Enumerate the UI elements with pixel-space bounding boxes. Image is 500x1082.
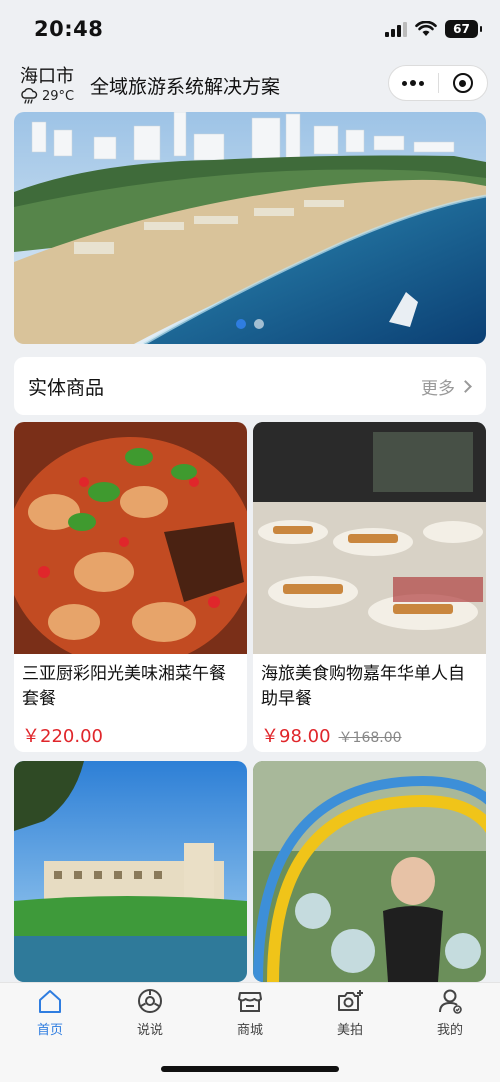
status-bar: 20:48 67 <box>0 0 500 58</box>
battery-level: 67 <box>453 22 470 36</box>
product-price-row: ￥220.00 <box>14 714 247 748</box>
home-indicator <box>161 1066 339 1072</box>
carousel-indicators <box>236 319 264 329</box>
home-icon <box>39 990 61 1013</box>
carousel-dot[interactable] <box>236 319 246 329</box>
chat-icon <box>138 989 162 1013</box>
more-dots-icon[interactable] <box>389 66 438 100</box>
tab-label: 首页 <box>36 1023 63 1038</box>
product-price: ￥98.00 <box>261 726 331 747</box>
tab-label: 我的 <box>436 1023 463 1038</box>
section-header-physical-goods: 实体商品 更多 <box>14 357 486 415</box>
product-original-price: ￥168.00 <box>338 730 402 746</box>
tab-chat[interactable]: 说说 <box>100 983 200 1045</box>
profile-icon <box>439 989 462 1014</box>
bottom-tab-bar: 首页 说说 商城 美拍 我的 <box>0 982 500 1082</box>
tab-store[interactable]: 商城 <box>200 983 300 1045</box>
section-title: 实体商品 <box>28 376 105 399</box>
status-time: 20:48 <box>34 17 104 41</box>
banner-carousel[interactable] <box>14 112 486 344</box>
cellular-signal-icon <box>385 21 407 37</box>
temperature: 29°C <box>42 88 75 104</box>
product-name: 海旅美食购物嘉年华单人自助早餐 <box>261 664 465 709</box>
tab-label: 商城 <box>236 1023 263 1038</box>
wifi-icon <box>415 21 437 36</box>
banner-beach-image <box>14 112 486 344</box>
more-label: 更多 <box>421 378 455 399</box>
city-selector[interactable]: 海口市 <box>20 62 74 88</box>
product-price: ￥220.00 <box>22 726 103 747</box>
product-card[interactable]: 三亚厨彩阳光美味湘菜午餐套餐 ￥220.00 <box>14 422 247 752</box>
product-card[interactable] <box>14 761 247 982</box>
tab-label: 说说 <box>136 1023 163 1038</box>
product-image-hunan-dish <box>14 422 247 654</box>
store-icon <box>238 992 262 1012</box>
carousel-dot[interactable] <box>254 319 264 329</box>
product-card[interactable] <box>253 761 486 982</box>
product-image-waterpark <box>253 761 486 982</box>
status-icons: 67 <box>385 20 482 38</box>
close-target-icon[interactable] <box>439 66 488 100</box>
tab-camera[interactable]: 美拍 <box>300 983 400 1045</box>
product-image-resort <box>14 761 247 982</box>
tab-home[interactable]: 首页 <box>0 983 100 1045</box>
product-name: 三亚厨彩阳光美味湘菜午餐套餐 <box>22 664 226 709</box>
tab-label: 美拍 <box>336 1023 363 1038</box>
capsule-menu <box>388 65 488 101</box>
product-card[interactable]: 海旅美食购物嘉年华单人自助早餐 ￥98.00 ￥168.00 <box>253 422 486 752</box>
camera-icon <box>338 990 363 1011</box>
product-price-row: ￥98.00 ￥168.00 <box>253 714 486 748</box>
mini-program-header: 海口市 29°C 全域旅游系统解决方案 <box>0 58 500 110</box>
battery-icon: 67 <box>445 20 482 38</box>
tab-profile[interactable]: 我的 <box>400 983 500 1045</box>
page-title: 全域旅游系统解决方案 <box>90 76 281 98</box>
more-link[interactable]: 更多 <box>421 374 472 399</box>
chevron-right-icon <box>459 379 472 393</box>
rain-cloud-icon <box>21 88 38 104</box>
product-image-buffet <box>253 422 486 654</box>
weather-info: 29°C <box>20 88 74 104</box>
